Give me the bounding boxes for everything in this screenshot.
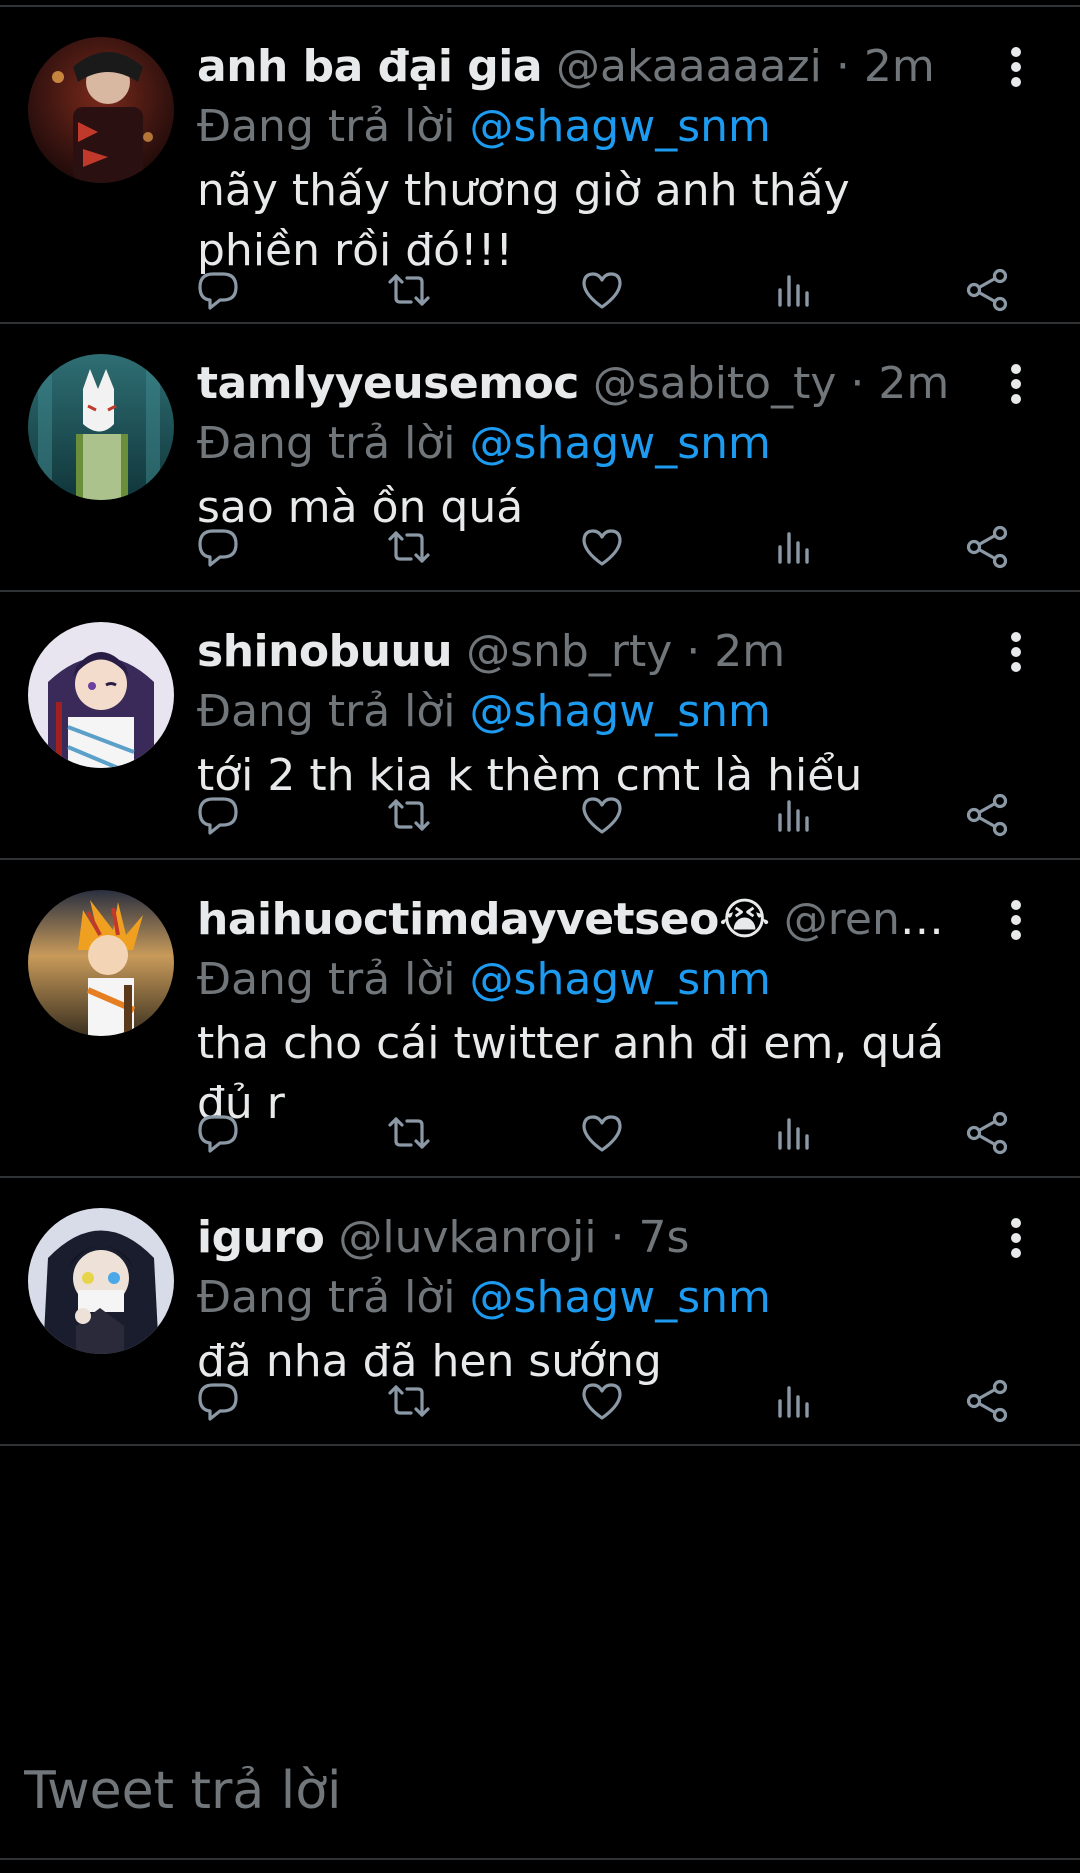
tweet[interactable]: tamlyyeusemoc @sabito_ty · 2m Đang trả l… bbox=[0, 324, 1080, 592]
reply-input[interactable] bbox=[24, 1754, 1024, 1828]
analytics-icon[interactable] bbox=[769, 522, 819, 572]
tweet-content: haihuoctimdayvetseo😭 @rengo... Đang trả … bbox=[197, 890, 970, 1134]
analytics-icon[interactable] bbox=[769, 265, 819, 315]
reply-composer bbox=[0, 1726, 1080, 1860]
display-name[interactable]: shinobuuu bbox=[197, 626, 453, 677]
tweet-header: iguro @luvkanroji · 7s bbox=[197, 1208, 970, 1268]
avatar[interactable] bbox=[28, 37, 174, 183]
tweet-header: anh ba đại gia @akaaaaazi · 2m bbox=[197, 37, 970, 97]
user-handle[interactable]: @luvkanroji bbox=[338, 1212, 596, 1263]
like-icon[interactable] bbox=[577, 1376, 627, 1426]
reply-prefix: Đang trả lời bbox=[197, 1272, 456, 1323]
tweet-content: iguro @luvkanroji · 7s Đang trả lời @sha… bbox=[197, 1208, 970, 1392]
reply-icon[interactable] bbox=[193, 265, 243, 315]
tweet-header: haihuoctimdayvetseo😭 @rengo... bbox=[197, 890, 970, 950]
retweet-icon[interactable] bbox=[384, 1376, 434, 1426]
reply-icon[interactable] bbox=[193, 522, 243, 572]
avatar[interactable] bbox=[28, 890, 174, 1036]
replying-to: Đang trả lời @shagw_snm bbox=[197, 950, 970, 1010]
replying-to: Đang trả lời @shagw_snm bbox=[197, 414, 970, 474]
replying-to: Đang trả lời @shagw_snm bbox=[197, 97, 970, 157]
display-name[interactable]: haihuoctimdayvetseo😭 bbox=[197, 894, 770, 945]
more-options-icon[interactable] bbox=[1004, 47, 1028, 87]
replying-to: Đang trả lời @shagw_snm bbox=[197, 1268, 970, 1328]
analytics-icon[interactable] bbox=[769, 1376, 819, 1426]
tweet-content: anh ba đại gia @akaaaaazi · 2m Đang trả … bbox=[197, 37, 970, 281]
action-bar bbox=[197, 1376, 1017, 1426]
reply-prefix: Đang trả lời bbox=[197, 101, 456, 152]
share-icon[interactable] bbox=[962, 265, 1012, 315]
user-handle[interactable]: @akaaaaazi bbox=[556, 41, 822, 92]
tweet[interactable]: haihuoctimdayvetseo😭 @rengo... Đang trả … bbox=[0, 860, 1080, 1178]
retweet-icon[interactable] bbox=[384, 1108, 434, 1158]
tweet-header: tamlyyeusemoc @sabito_ty · 2m bbox=[197, 354, 970, 414]
action-bar bbox=[197, 265, 1017, 315]
tweet-content: tamlyyeusemoc @sabito_ty · 2m Đang trả l… bbox=[197, 354, 970, 538]
reply-to-link[interactable]: @shagw_snm bbox=[470, 418, 771, 469]
display-name[interactable]: anh ba đại gia bbox=[197, 41, 543, 92]
avatar[interactable] bbox=[28, 1208, 174, 1354]
like-icon[interactable] bbox=[577, 1108, 627, 1158]
analytics-icon[interactable] bbox=[769, 1108, 819, 1158]
separator: · bbox=[686, 626, 701, 677]
reply-prefix: Đang trả lời bbox=[197, 954, 456, 1005]
separator: · bbox=[610, 1212, 625, 1263]
reply-prefix: Đang trả lời bbox=[197, 418, 456, 469]
replying-to: Đang trả lời @shagw_snm bbox=[197, 682, 970, 742]
more-options-icon[interactable] bbox=[1004, 632, 1028, 672]
timestamp[interactable]: 2m bbox=[878, 358, 949, 409]
reply-to-link[interactable]: @shagw_snm bbox=[470, 101, 771, 152]
timestamp[interactable]: 2m bbox=[864, 41, 935, 92]
like-icon[interactable] bbox=[577, 790, 627, 840]
like-icon[interactable] bbox=[577, 522, 627, 572]
avatar[interactable] bbox=[28, 354, 174, 500]
timestamp[interactable]: 7s bbox=[639, 1212, 690, 1263]
more-options-icon[interactable] bbox=[1004, 1218, 1028, 1258]
avatar[interactable] bbox=[28, 622, 174, 768]
analytics-icon[interactable] bbox=[769, 790, 819, 840]
tweet[interactable]: shinobuuu @snb_rty · 2m Đang trả lời @sh… bbox=[0, 592, 1080, 860]
tweet[interactable]: iguro @luvkanroji · 7s Đang trả lời @sha… bbox=[0, 1178, 1080, 1446]
separator: · bbox=[835, 41, 850, 92]
action-bar bbox=[197, 790, 1017, 840]
separator: · bbox=[850, 358, 865, 409]
action-bar bbox=[197, 1108, 1017, 1158]
retweet-icon[interactable] bbox=[384, 522, 434, 572]
share-icon[interactable] bbox=[962, 522, 1012, 572]
user-handle[interactable]: @sabito_ty bbox=[593, 358, 837, 409]
like-icon[interactable] bbox=[577, 265, 627, 315]
reply-to-link[interactable]: @shagw_snm bbox=[470, 1272, 771, 1323]
reply-icon[interactable] bbox=[193, 790, 243, 840]
user-handle[interactable]: @snb_rty bbox=[466, 626, 672, 677]
tweet[interactable]: anh ba đại gia @akaaaaazi · 2m Đang trả … bbox=[0, 7, 1080, 324]
display-name[interactable]: tamlyyeusemoc bbox=[197, 358, 579, 409]
user-handle[interactable]: @rengo... bbox=[784, 894, 970, 945]
share-icon[interactable] bbox=[962, 1108, 1012, 1158]
tweet-header: shinobuuu @snb_rty · 2m bbox=[197, 622, 970, 682]
reply-to-link[interactable]: @shagw_snm bbox=[470, 686, 771, 737]
more-options-icon[interactable] bbox=[1004, 364, 1028, 404]
tweet-text: nãy thấy thương giờ anh thấy phiền rồi đ… bbox=[197, 165, 850, 276]
action-bar bbox=[197, 522, 1017, 572]
top-divider bbox=[0, 0, 1080, 7]
tweet-content: shinobuuu @snb_rty · 2m Đang trả lời @sh… bbox=[197, 622, 970, 806]
retweet-icon[interactable] bbox=[384, 790, 434, 840]
reply-icon[interactable] bbox=[193, 1108, 243, 1158]
reply-to-link[interactable]: @shagw_snm bbox=[470, 954, 771, 1005]
reply-prefix: Đang trả lời bbox=[197, 686, 456, 737]
reply-feed: anh ba đại gia @akaaaaazi · 2m Đang trả … bbox=[0, 0, 1080, 1446]
retweet-icon[interactable] bbox=[384, 265, 434, 315]
reply-icon[interactable] bbox=[193, 1376, 243, 1426]
share-icon[interactable] bbox=[962, 790, 1012, 840]
more-options-icon[interactable] bbox=[1004, 900, 1028, 940]
display-name[interactable]: iguro bbox=[197, 1212, 325, 1263]
timestamp[interactable]: 2m bbox=[714, 626, 785, 677]
share-icon[interactable] bbox=[962, 1376, 1012, 1426]
